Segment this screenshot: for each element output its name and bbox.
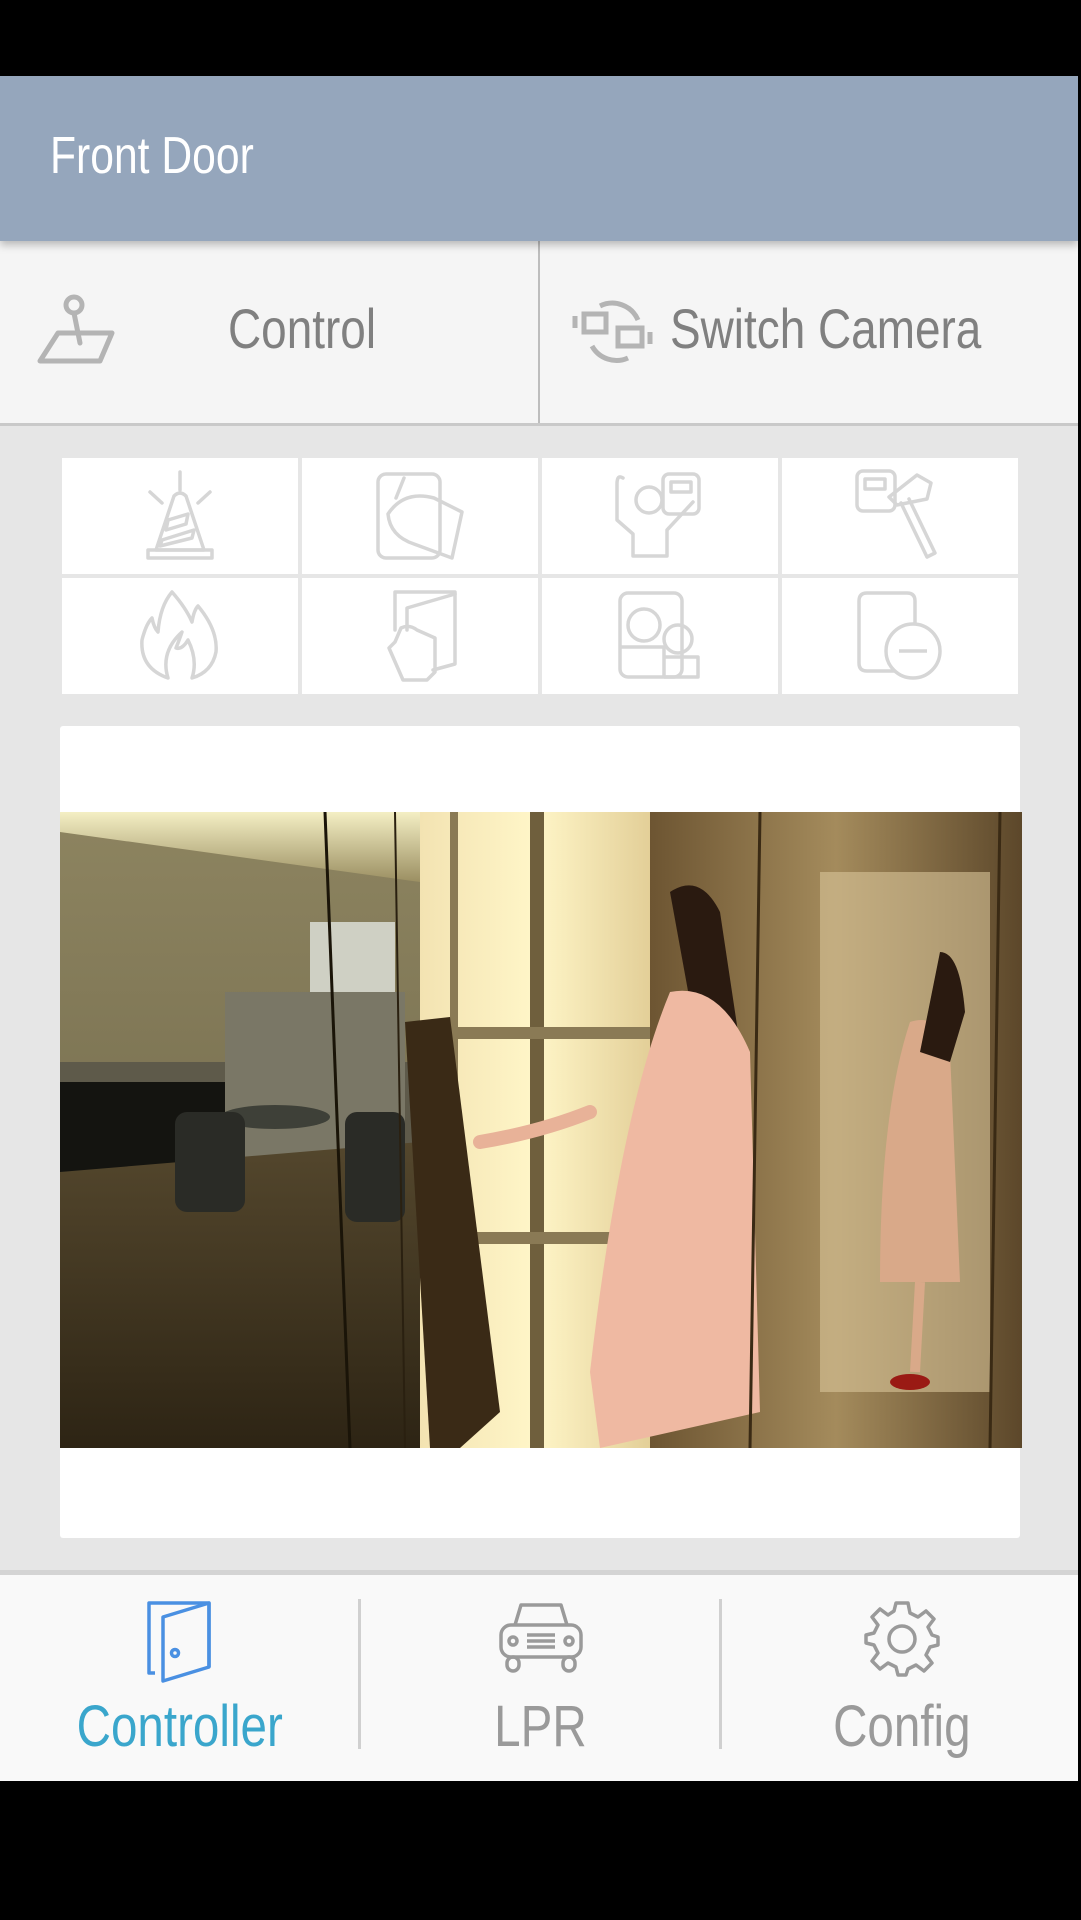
- access-request-button[interactable]: [542, 458, 778, 574]
- action-tabs: Control Switch Camera: [0, 241, 1078, 426]
- users-button[interactable]: [542, 578, 778, 694]
- joystick-icon: [37, 294, 115, 364]
- fire-alarm-button[interactable]: [62, 578, 298, 694]
- live-camera-feed[interactable]: [60, 812, 1022, 1448]
- forced-entry-icon: [376, 472, 464, 560]
- nav-controller-label: Controller: [76, 1694, 283, 1759]
- nav-config[interactable]: Config: [722, 1575, 1081, 1781]
- tamper-button[interactable]: [782, 458, 1018, 574]
- car-icon: [498, 1603, 583, 1673]
- switch-camera-icon: [572, 300, 653, 363]
- nav-controller[interactable]: Controller: [0, 1575, 359, 1781]
- door-push-button[interactable]: [302, 578, 538, 694]
- control-label: Control: [228, 297, 377, 360]
- camera-panel: [60, 726, 1022, 1538]
- alarm-button[interactable]: [62, 458, 298, 574]
- page-title: Front Door: [50, 127, 254, 185]
- forced-entry-button[interactable]: [302, 458, 538, 574]
- alarm-cone-icon: [146, 470, 214, 560]
- user-card-reader-icon: [615, 472, 701, 558]
- app-screen: Front Door Control Switch Camera Control…: [0, 76, 1078, 1781]
- bottom-navigation: Controller LPR Config: [0, 1570, 1078, 1781]
- action-grid: [62, 458, 1018, 694]
- fire-icon: [140, 590, 218, 680]
- control-button[interactable]: Control: [0, 241, 540, 423]
- door-remove-icon: [857, 591, 942, 680]
- remove-door-button[interactable]: [782, 578, 1018, 694]
- door-icon: [146, 1601, 211, 1683]
- users-group-icon: [618, 591, 700, 679]
- switch-camera-button[interactable]: Switch Camera: [540, 241, 1078, 423]
- tamper-hammer-icon: [855, 469, 937, 559]
- switch-camera-label: Switch Camera: [670, 297, 982, 360]
- gear-icon: [863, 1601, 940, 1677]
- nav-config-label: Config: [832, 1694, 971, 1759]
- door-push-icon: [387, 590, 457, 682]
- app-bar: Front Door: [0, 76, 1078, 241]
- camera-image: [60, 812, 1022, 1448]
- nav-lpr[interactable]: LPR: [361, 1575, 720, 1781]
- nav-lpr-label: LPR: [494, 1694, 587, 1759]
